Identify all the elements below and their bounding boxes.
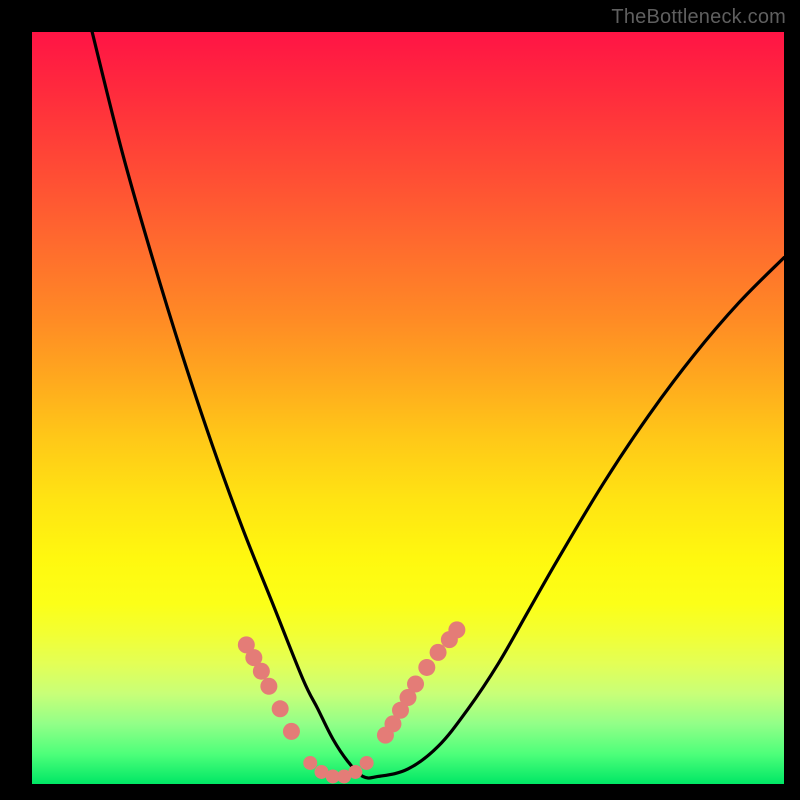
highlight-dot [260,678,277,695]
highlight-dot [360,756,374,770]
bottleneck-curve-path [92,32,784,778]
highlight-dot [303,756,317,770]
attribution-watermark: TheBottleneck.com [611,6,786,29]
bottleneck-curve-svg [32,32,784,784]
highlight-dot [418,659,435,676]
highlight-dots [238,621,466,783]
highlight-dot [253,663,270,680]
highlight-dot [448,621,465,638]
highlight-dot [407,675,424,692]
highlight-dot [272,700,289,717]
highlight-dot [283,723,300,740]
highlight-dot [348,765,362,779]
highlight-dot [430,644,447,661]
chart-frame: TheBottleneck.com [0,0,800,800]
plot-area [32,32,784,784]
